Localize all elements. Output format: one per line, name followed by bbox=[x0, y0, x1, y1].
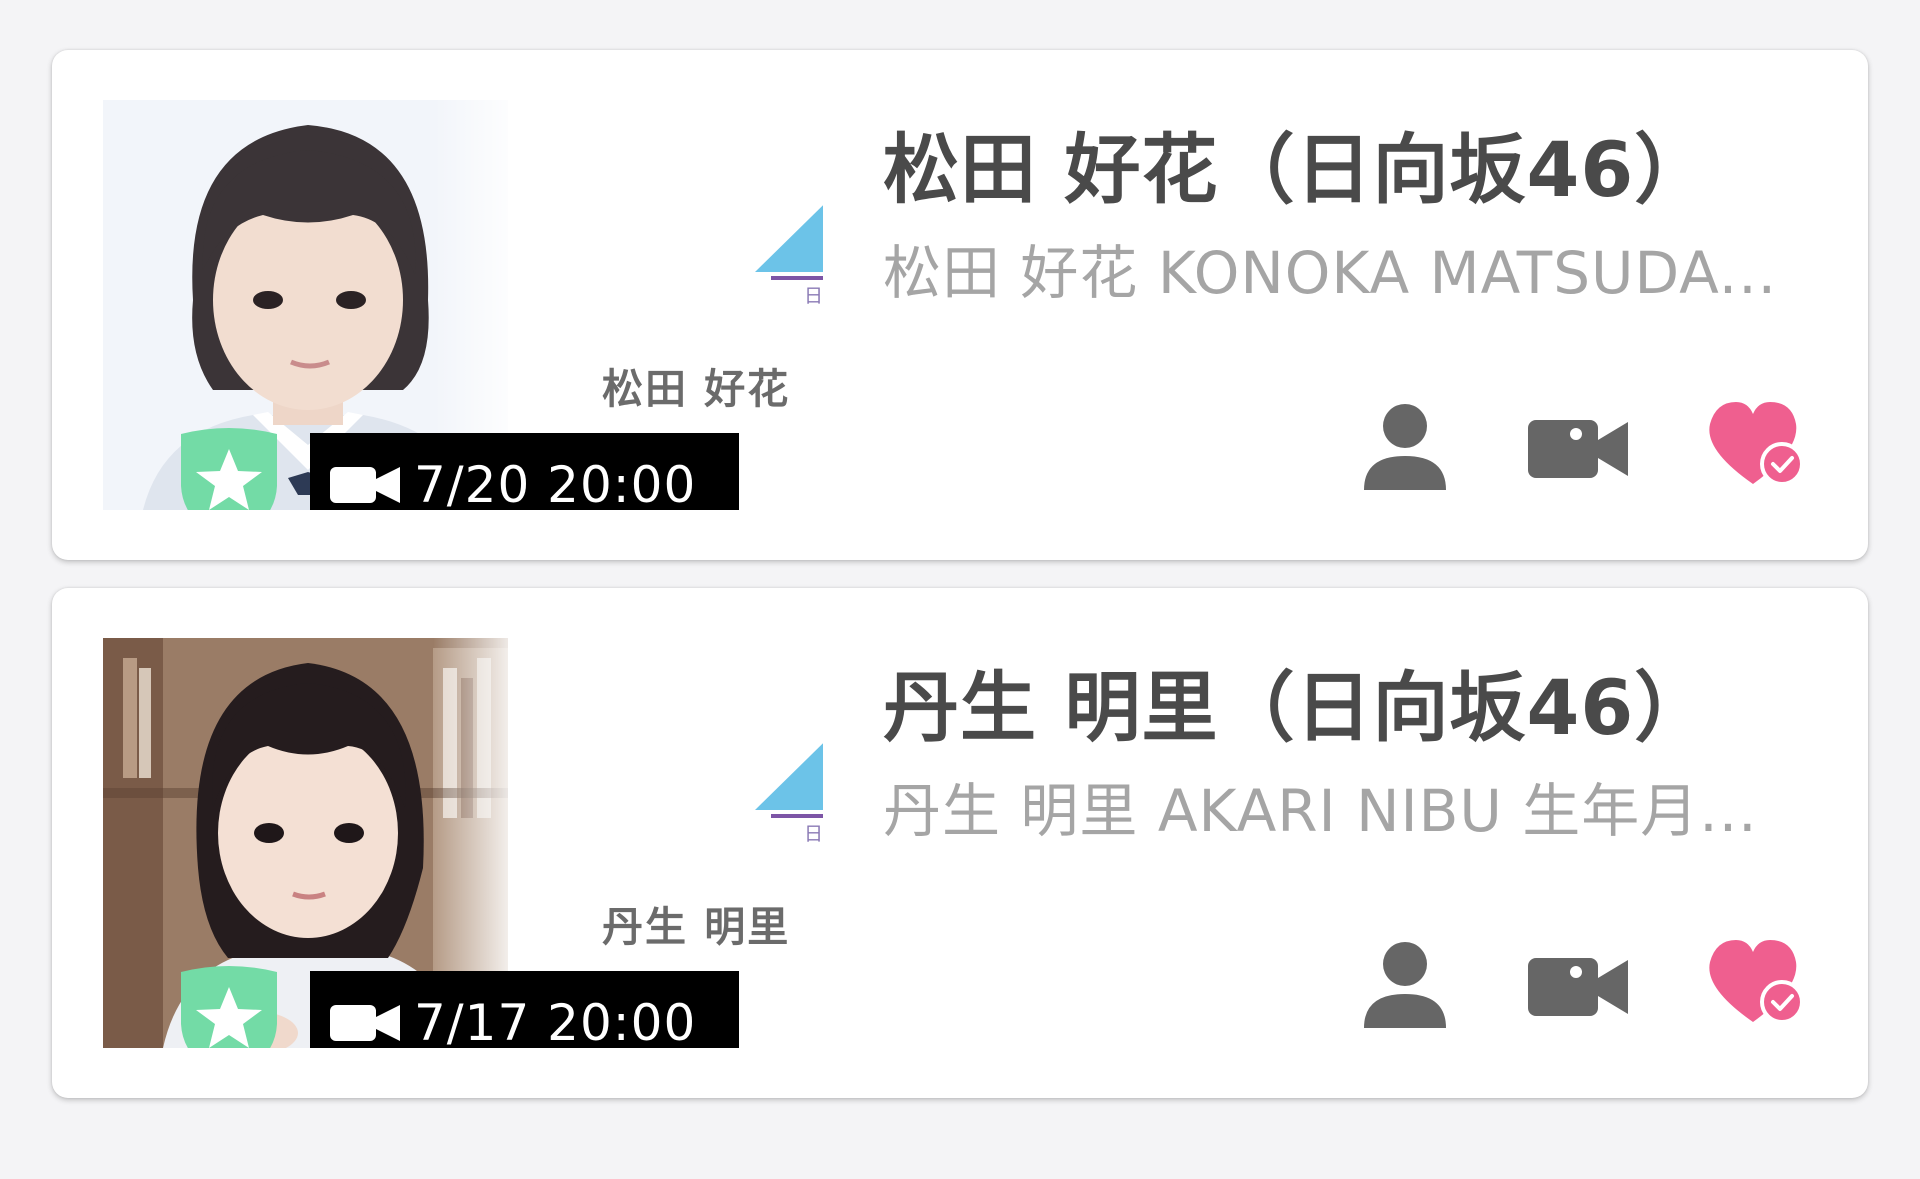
video-button[interactable] bbox=[1526, 938, 1630, 1028]
video-camera-icon bbox=[330, 1004, 400, 1041]
member-title: 丹生 明里（日向坂46） bbox=[883, 663, 1712, 752]
profile-button[interactable] bbox=[1360, 938, 1450, 1028]
logo-text: 日向坂 bbox=[803, 823, 823, 845]
favorite-button[interactable] bbox=[1706, 400, 1810, 490]
member-thumbnail[interactable]: 46 日向坂 松田 好花 7/20 20:00 bbox=[103, 100, 823, 510]
live-time: 7/17 20:00 bbox=[414, 993, 697, 1049]
person-icon bbox=[1364, 942, 1446, 1028]
logo-text: 日向坂 bbox=[803, 285, 823, 307]
member-description: 丹生 明里 AKARI NIBU 生年月... bbox=[883, 777, 1758, 845]
favorite-button[interactable] bbox=[1706, 938, 1810, 1028]
member-card[interactable]: 46 日向坂 松田 好花 7/20 20:00 松田 好花（日向坂46） 松田 … bbox=[52, 50, 1868, 560]
live-time: 7/20 20:00 bbox=[414, 455, 697, 511]
photo-caption: 松田 好花 bbox=[602, 365, 791, 413]
live-schedule-tag: 7/17 20:00 bbox=[310, 971, 739, 1048]
video-camera-icon bbox=[1528, 958, 1628, 1016]
member-description: 松田 好花 KONOKA MATSUDA... bbox=[883, 239, 1778, 307]
video-camera-icon bbox=[1528, 420, 1628, 478]
member-thumbnail[interactable]: 46 日向坂 丹生 明里 7/17 20:00 bbox=[103, 638, 823, 1048]
star-shield-icon bbox=[177, 424, 281, 510]
photo-caption: 丹生 明里 bbox=[602, 903, 791, 951]
live-schedule-tag: 7/20 20:00 bbox=[310, 433, 739, 510]
member-title: 松田 好花（日向坂46） bbox=[883, 125, 1712, 214]
heart-check-icon bbox=[1709, 402, 1804, 486]
heart-check-icon bbox=[1709, 940, 1804, 1024]
video-camera-icon bbox=[330, 466, 400, 503]
profile-button[interactable] bbox=[1360, 400, 1450, 490]
person-icon bbox=[1364, 404, 1446, 490]
member-card[interactable]: 46 日向坂 丹生 明里 7/17 20:00 丹生 明里（日向坂46） 丹生 … bbox=[52, 588, 1868, 1098]
video-button[interactable] bbox=[1526, 400, 1630, 490]
star-shield-icon bbox=[177, 962, 281, 1048]
